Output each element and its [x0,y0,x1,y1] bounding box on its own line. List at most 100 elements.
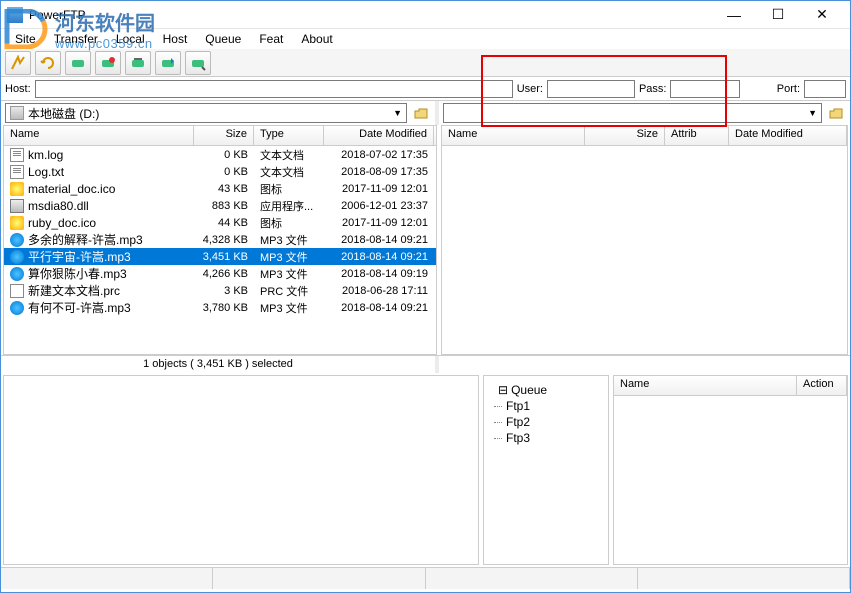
file-type: MP3 文件 [254,232,324,248]
local-file-list[interactable]: km.log 0 KB文本文档2018-07-02 17:35 Log.txt0 K… [4,146,436,354]
file-type: 文本文档 [254,164,324,180]
menu-queue[interactable]: Queue [197,30,249,48]
queue-tree-pane: Queue Ftp1 Ftp2 Ftp3 [483,375,609,565]
toolbar-reconnect-button[interactable] [35,51,61,75]
toolbar-log-button[interactable] [185,51,211,75]
file-row[interactable]: material_doc.ico43 KB图标2017-11-09 12:01 [4,180,436,197]
file-size: 44 KB [194,217,254,229]
local-pane: Name Size Type Date Modified km.log 0 KB文… [3,125,437,355]
local-status: 1 objects ( 3,451 KB ) selected [1,356,439,373]
tree-node[interactable]: Ftp1 [492,398,600,414]
file-row[interactable]: 算你狠陈小春.mp34,266 KBMP3 文件2018-08-14 09:19 [4,265,436,282]
file-row[interactable]: 多余的解释-许嵩.mp34,328 KBMP3 文件2018-08-14 09:… [4,231,436,248]
toolbar [1,49,850,77]
file-icon [10,182,24,196]
menu-feat[interactable]: Feat [251,30,291,48]
menu-transfer[interactable]: Transfer [46,30,106,48]
file-type: 应用程序... [254,198,324,214]
file-size: 883 KB [194,200,254,212]
file-size: 0 KB [194,166,254,178]
queue-tree[interactable]: Queue Ftp1 Ftp2 Ftp3 [488,380,604,448]
file-size: 0 KB [194,149,254,161]
toolbar-settings-button[interactable] [125,51,151,75]
file-row[interactable]: ruby_doc.ico44 KB图标2017-11-09 12:01 [4,214,436,231]
path-row: 本地磁盘 (D:) ▼ ▼ [1,101,850,125]
user-input[interactable] [547,80,635,98]
file-icon [10,250,24,264]
file-date: 2018-06-28 17:11 [324,285,434,297]
col-size[interactable]: Size [194,126,254,145]
file-date: 2018-08-09 17:35 [324,166,434,178]
queue-col-name[interactable]: Name [614,376,797,395]
app-icon [7,7,23,23]
col-attrib[interactable]: Attrib [665,126,729,145]
file-type: MP3 文件 [254,266,324,282]
menu-site[interactable]: Site [7,30,44,48]
file-panes: Name Size Type Date Modified km.log 0 KB文… [1,125,850,355]
remote-path-select[interactable]: ▼ [443,103,822,123]
file-row[interactable]: km.log0 KB文本文档2018-07-02 17:35 [4,146,436,163]
file-row[interactable]: 新建文本文档.prc3 KBPRC 文件2018-06-28 17:11 [4,282,436,299]
menu-host[interactable]: Host [155,30,196,48]
file-row[interactable]: 有何不可-许嵩.mp33,780 KBMP3 文件2018-08-14 09:2… [4,299,436,316]
file-row[interactable]: 平行宇宙-许嵩.mp33,451 KBMP3 文件2018-08-14 09:2… [4,248,436,265]
col-type[interactable]: Type [254,126,324,145]
toolbar-connect-button[interactable] [5,51,31,75]
chevron-down-icon: ▼ [808,108,817,118]
file-type: PRC 文件 [254,283,324,299]
file-name: km.log [28,148,63,162]
file-name: msdia80.dll [28,199,89,213]
connect-bar: Host: User: Pass: Port: [1,77,850,101]
col-name[interactable]: Name [442,126,585,145]
statusbar [1,567,850,589]
file-size: 4,328 KB [194,234,254,246]
file-size: 3,780 KB [194,302,254,314]
close-button[interactable]: ✕ [800,5,844,25]
menu-about[interactable]: About [293,30,340,48]
pass-input[interactable] [670,80,740,98]
remote-up-button[interactable] [826,103,846,123]
maximize-button[interactable]: ☐ [756,5,800,25]
col-date[interactable]: Date Modified [729,126,847,145]
toolbar-queue-button[interactable] [155,51,181,75]
remote-file-header: Name Size Attrib Date Modified [442,126,847,146]
user-label: User: [517,83,543,95]
host-label: Host: [5,83,31,95]
file-type: MP3 文件 [254,300,324,316]
statusbar-panel [1,568,213,589]
tree-node[interactable]: Ftp2 [492,414,600,430]
menu-local[interactable]: Local [108,30,153,48]
file-row[interactable]: msdia80.dll 883 KB应用程序...2006-12-01 23:37 [4,197,436,214]
file-date: 2018-07-02 17:35 [324,149,434,161]
file-size: 3 KB [194,285,254,297]
minimize-button[interactable]: — [712,5,756,25]
log-pane[interactable] [3,375,479,565]
file-date: 2018-08-14 09:19 [324,268,434,280]
col-size[interactable]: Size [585,126,665,145]
pass-label: Pass: [639,83,667,95]
file-type: 图标 [254,181,324,197]
tree-node[interactable]: Ftp3 [492,430,600,446]
queue-col-action[interactable]: Action [797,376,847,395]
file-name: 多余的解释-许嵩.mp3 [28,231,143,248]
toolbar-abort-button[interactable] [95,51,121,75]
col-date[interactable]: Date Modified [324,126,434,145]
tree-root[interactable]: Queue [492,382,600,398]
file-date: 2006-12-01 23:37 [324,200,434,212]
file-icon [10,199,24,213]
file-type: 图标 [254,215,324,231]
file-date: 2017-11-09 12:01 [324,183,434,195]
toolbar-disconnect-button[interactable] [65,51,91,75]
local-path-text: 本地磁盘 (D:) [28,105,99,122]
port-input[interactable] [804,80,846,98]
file-icon [10,165,24,179]
file-row[interactable]: Log.txt0 KB文本文档2018-08-09 17:35 [4,163,436,180]
titlebar: PowerFTP — ☐ ✕ [1,1,850,29]
col-name[interactable]: Name [4,126,194,145]
local-path-select[interactable]: 本地磁盘 (D:) ▼ [5,103,407,123]
queue-header: Name Action [614,376,847,396]
file-icon [10,267,24,281]
remote-file-list[interactable] [442,146,847,354]
host-input[interactable] [35,80,513,98]
local-up-button[interactable] [411,103,431,123]
